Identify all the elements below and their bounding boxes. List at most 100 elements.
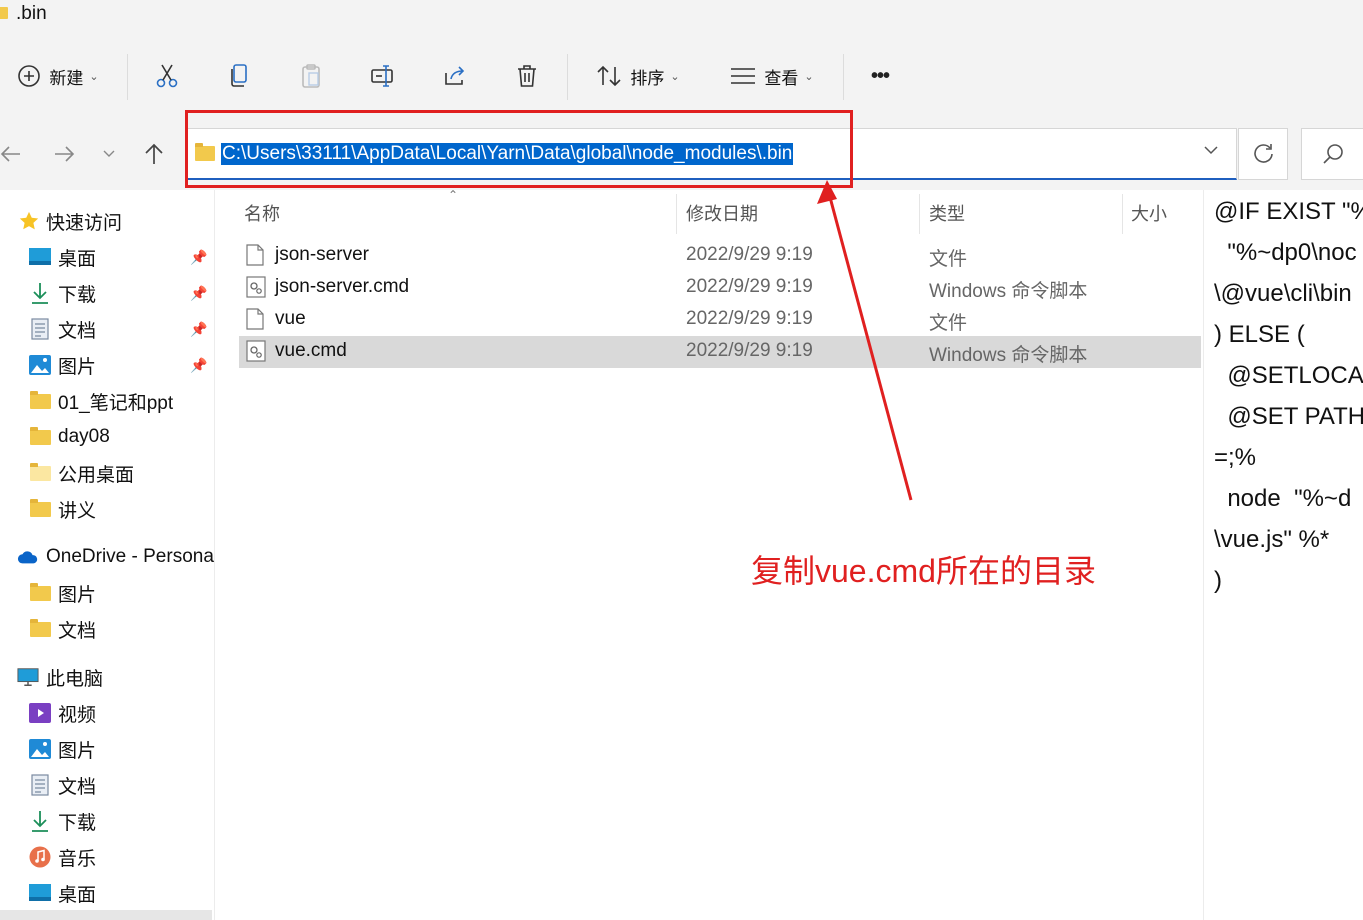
pin-icon[interactable]: 📌 [190, 357, 207, 374]
table-row[interactable]: vue 2022/9/29 9:19 文件 [239, 304, 1201, 336]
preview-line: @SET PATH [1214, 403, 1363, 430]
preview-line: \@vue\cli\bin [1214, 280, 1352, 307]
sidebar-item-pictures[interactable]: 图片 📌 [0, 348, 214, 382]
file-date: 2022/9/29 9:19 [686, 276, 813, 297]
cut-button[interactable] [148, 52, 186, 100]
table-row-selected[interactable]: vue.cmd 2022/9/29 9:19 Windows 命令脚本 [239, 336, 1201, 368]
preview-line: @IF EXIST "% [1214, 198, 1363, 225]
star-icon [18, 211, 40, 231]
cloud-icon [17, 547, 39, 567]
folder-icon [29, 582, 51, 603]
navigation-pane: 快速访问 桌面 📌 下载 📌 文档 📌 图片 📌 01_笔记和ppt day08… [0, 190, 215, 920]
sidebar-item-folder[interactable]: 图片 [0, 576, 214, 610]
share-icon [445, 66, 465, 85]
folder-icon [29, 390, 51, 411]
sidebar-item-folder[interactable]: day08 [0, 420, 214, 454]
sidebar-item-label: 文档 [58, 620, 97, 642]
up-button[interactable] [137, 137, 171, 171]
trash-icon [518, 65, 536, 87]
sidebar-item-downloads[interactable]: 下载 [0, 804, 214, 838]
sidebar-item-videos[interactable]: 视频 [0, 696, 214, 730]
sidebar-item-label: 讲义 [58, 500, 97, 522]
arrow-right-icon [55, 146, 75, 162]
column-header-type[interactable]: 类型 [929, 200, 965, 226]
chevron-down-icon[interactable] [1204, 145, 1218, 155]
sidebar-item-desktop[interactable]: 桌面 📌 [0, 240, 214, 274]
paste-button[interactable] [292, 52, 330, 100]
search-input[interactable] [1301, 128, 1363, 180]
folder-icon [29, 426, 51, 447]
sidebar-item-folder[interactable]: 公用桌面 [0, 456, 214, 490]
share-button[interactable] [436, 52, 474, 100]
pin-icon[interactable]: 📌 [190, 285, 207, 302]
list-view-icon [731, 68, 756, 84]
paste-icon [302, 64, 320, 88]
file-icon [246, 308, 264, 330]
preview-line: =;% [1214, 444, 1257, 471]
desktop-icon [29, 247, 51, 267]
sidebar-item-pictures[interactable]: 图片 [0, 732, 214, 766]
window-title: .bin [16, 3, 47, 24]
sidebar-item-this-pc[interactable]: 此电脑 [0, 660, 214, 694]
sidebar-item-downloads[interactable]: 下载 📌 [0, 276, 214, 310]
computer-icon [17, 667, 39, 687]
file-date: 2022/9/29 9:19 [686, 308, 813, 329]
preview-line: @SETLOCAL [1214, 362, 1363, 389]
column-header-size[interactable]: 大小 [1131, 200, 1167, 226]
pin-icon[interactable]: 📌 [190, 249, 207, 266]
sidebar-item-desktop[interactable]: 桌面 [0, 876, 214, 910]
folder-icon [29, 618, 51, 639]
chevron-down-icon [103, 150, 115, 157]
column-divider[interactable] [1122, 194, 1123, 234]
refresh-button[interactable] [1238, 128, 1288, 180]
file-name: json-server.cmd [275, 276, 410, 297]
preview-line: "%~dp0\noc [1214, 239, 1357, 266]
cmd-file-icon [246, 340, 266, 362]
plus-circle-icon [18, 65, 41, 87]
table-row[interactable]: json-server 2022/9/29 9:19 文件 [239, 240, 1201, 272]
download-icon [29, 283, 51, 304]
copy-icon [231, 64, 247, 87]
column-divider[interactable] [919, 194, 920, 234]
preview-line: ) ELSE ( [1214, 321, 1305, 348]
file-type: Windows 命令脚本 [929, 345, 1088, 366]
sidebar-item-label: 桌面 [58, 884, 97, 906]
divider [843, 54, 844, 100]
rename-icon [371, 65, 393, 87]
document-icon [29, 318, 51, 340]
sidebar-item-quick-access[interactable]: 快速访问 [0, 204, 214, 238]
sidebar-item-music[interactable]: 音乐 [0, 840, 214, 874]
sidebar-item-folder[interactable]: 讲义 [0, 492, 214, 526]
search-icon [1323, 144, 1343, 164]
table-row[interactable]: json-server.cmd 2022/9/29 9:19 Windows 命… [239, 272, 1201, 304]
rename-button[interactable] [364, 52, 402, 100]
sidebar-item-label: 下载 [58, 812, 97, 834]
new-button[interactable]: 新建 ⌄ [8, 52, 108, 100]
column-header-name[interactable]: 名称 [244, 200, 280, 226]
sidebar-item-onedrive[interactable]: OneDrive - Persona [0, 540, 214, 574]
sidebar-item-documents[interactable]: 文档 [0, 768, 214, 802]
column-divider[interactable] [676, 194, 677, 234]
forward-button[interactable] [47, 137, 81, 171]
title-bar: .bin [0, 0, 1363, 34]
copy-button[interactable] [220, 52, 258, 100]
pictures-icon [29, 739, 51, 759]
view-button[interactable]: 查看 ⌄ [722, 52, 822, 100]
divider [127, 54, 128, 100]
sort-button[interactable]: 排序 ⌄ [588, 52, 688, 100]
sidebar-item-label: 01_笔记和ppt [58, 392, 174, 414]
pin-icon[interactable]: 📌 [190, 321, 207, 338]
document-icon [29, 774, 51, 796]
sidebar-item-label: OneDrive - Persona [46, 546, 214, 567]
back-button[interactable] [0, 137, 28, 171]
sidebar-item-folder[interactable]: 文档 [0, 612, 214, 646]
sidebar-selected-item[interactable] [0, 910, 212, 920]
more-options-button[interactable]: ••• [860, 52, 900, 100]
preview-line: \vue.js" %* [1214, 526, 1330, 553]
column-header-date[interactable]: 修改日期 [686, 200, 758, 226]
sidebar-item-folder[interactable]: 01_笔记和ppt [0, 384, 214, 418]
sidebar-item-documents[interactable]: 文档 📌 [0, 312, 214, 346]
delete-button[interactable] [508, 52, 546, 100]
recent-locations-button[interactable] [92, 137, 126, 171]
arrow-up-icon [145, 143, 163, 164]
